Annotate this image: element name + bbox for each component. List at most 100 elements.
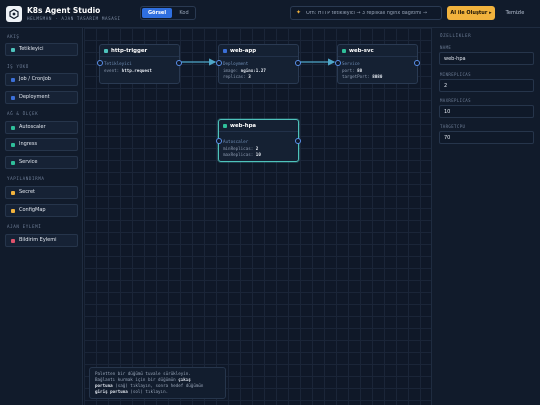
prop-minreplicas-input[interactable] [439, 79, 534, 92]
palette-item-label: Ingress [19, 141, 38, 147]
sparkle-icon: ✦ [296, 9, 302, 16]
node-type-marker-icon [223, 49, 227, 53]
node-header: http-trigger [100, 45, 179, 57]
prop-label-maxreplicas: MAXREPLICAS [440, 98, 471, 103]
palette-item-notify-action[interactable]: Bildirim Eylemi [5, 234, 78, 247]
hint-emphasis: çıkış [178, 377, 191, 382]
property-value: 8080 [372, 74, 383, 79]
properties-panel: ÖZELLİKLER NAME MINREPLICAS MAXREPLICAS … [431, 28, 540, 405]
input-port[interactable] [97, 60, 103, 66]
prop-label-name: NAME [440, 45, 452, 50]
node-property-row: targetPort: 8080 [342, 74, 382, 79]
node-kind: Deployment [223, 61, 249, 66]
property-value: 80 [357, 68, 363, 73]
palette-item-configmap[interactable]: ConfigMap [5, 204, 78, 217]
palette-item-label: Job / CronJob [19, 76, 51, 82]
node-title: web-svc [349, 48, 374, 54]
node-type-marker-icon [11, 143, 15, 147]
palette-item-deployment[interactable]: Deployment [5, 91, 78, 104]
prop-label-targetcpu: TARGETCPU [440, 124, 466, 129]
node-kind: Service [342, 61, 360, 66]
node-type-marker-icon [223, 124, 227, 128]
input-port[interactable] [216, 60, 222, 66]
palette-item-label: Service [19, 159, 38, 165]
palette-item-secret[interactable]: Secret [5, 186, 78, 199]
node-title: web-app [230, 48, 257, 54]
palette-sidebar: AKIŞ Tetikleyici İŞ YÜKÜ Job / CronJob D… [0, 28, 83, 405]
palette-item-label: Deployment [19, 94, 50, 100]
hint-text: Bağlantı kurmak için bir düğümün [95, 377, 179, 382]
property-key: event: [104, 68, 120, 73]
node-property-row: event: http.request [104, 68, 152, 73]
palette-item-autoscaler[interactable]: Autoscaler [5, 121, 78, 134]
node-http-trigger[interactable]: http-trigger Tetikleyici event: http.req… [97, 44, 182, 84]
node-header: web-app [219, 45, 298, 57]
palette-item-job[interactable]: Job / CronJob [5, 73, 78, 86]
node-type-marker-icon [11, 161, 15, 165]
property-key: targetPort: [342, 74, 370, 79]
prop-maxreplicas-input[interactable] [439, 105, 534, 118]
prop-targetcpu-input[interactable] [439, 131, 534, 144]
ai-generate-button[interactable]: AI ile Oluştur ▸ [447, 6, 495, 20]
connector-layer [180, 58, 336, 66]
node-title: http-trigger [111, 48, 148, 54]
prop-name-input[interactable] [439, 52, 534, 65]
hint-emphasis: portuna [95, 383, 113, 388]
mode-code-button[interactable]: Kod [174, 8, 194, 18]
mode-visual-button[interactable]: Görsel [142, 8, 172, 18]
node-header: web-svc [338, 45, 417, 57]
ai-prompt-input[interactable] [306, 8, 440, 18]
node-header: web-hpa [219, 120, 298, 132]
node-type-marker-icon [11, 78, 15, 82]
input-port[interactable] [335, 60, 341, 66]
palette-item-label: Autoscaler [19, 124, 46, 130]
node-type-marker-icon [11, 48, 15, 52]
properties-title: ÖZELLİKLER [440, 33, 472, 38]
flow-canvas[interactable]: http-trigger Tetikleyici event: http.req… [84, 28, 431, 405]
property-value: nginx:1.27 [240, 68, 266, 73]
hint-emphasis: giriş portuna [95, 389, 128, 394]
node-web-svc[interactable]: web-svc Service port: 80 targetPort: 808… [335, 44, 420, 84]
output-port[interactable] [414, 60, 420, 66]
prop-label-minreplicas: MINREPLICAS [440, 72, 471, 77]
hint-text: (sağ) tıklayın, sonra hedef düğümün [112, 383, 204, 388]
node-web-app[interactable]: web-app Deployment image: nginx:1.27 rep… [216, 44, 301, 84]
node-property-row: minReplicas: 2 [223, 146, 258, 151]
property-key: minReplicas: [223, 146, 254, 151]
hint-line: giriş portuna (sol) tıklayın. [95, 389, 220, 395]
node-type-marker-icon [11, 191, 15, 195]
output-port[interactable] [295, 60, 301, 66]
property-value: 3 [248, 74, 251, 79]
node-property-row: port: 80 [342, 68, 362, 73]
hint-text: (sol) tıklayın. [127, 389, 169, 394]
node-title: web-hpa [230, 123, 257, 129]
node-property-row: replicas: 3 [223, 74, 251, 79]
app-header: K8s Agent Studio HELMSMAN · AJAN TASARIM… [0, 0, 540, 28]
input-port[interactable] [216, 138, 222, 144]
palette-item-ingress[interactable]: Ingress [5, 138, 78, 151]
app-logo-icon [6, 6, 22, 22]
output-port[interactable] [295, 138, 301, 144]
node-type-marker-icon [11, 239, 15, 243]
palette-item-service[interactable]: Service [5, 156, 78, 169]
property-value: http.request [121, 68, 152, 73]
app-subtitle: HELMSMAN · AJAN TASARIM MASASI [27, 16, 121, 21]
palette-section-title: AJAN EYLEMİ [7, 224, 42, 229]
node-kind: Autoscaler [223, 139, 249, 144]
ai-prompt-box: ✦ [290, 6, 442, 20]
palette-item-label: Bildirim Eylemi [19, 237, 57, 243]
property-value: 10 [255, 152, 261, 157]
property-key: port: [342, 68, 355, 73]
palette-item-label: Secret [19, 189, 35, 195]
palette-section-title: AĞ & ÖLÇEK [7, 111, 39, 116]
node-property-row: image: nginx:1.27 [223, 68, 266, 73]
palette-item-trigger[interactable]: Tetikleyici [5, 43, 78, 56]
property-key: maxReplicas: [223, 152, 254, 157]
node-web-hpa[interactable]: web-hpa Autoscaler minReplicas: 2 maxRep… [216, 119, 301, 162]
node-type-marker-icon [342, 49, 346, 53]
clear-button[interactable]: Temizle [500, 6, 530, 20]
output-port[interactable] [176, 60, 182, 66]
node-property-row: maxReplicas: 10 [223, 152, 261, 157]
mode-toggle: Görsel Kod [140, 6, 196, 20]
property-key: image: [223, 68, 239, 73]
